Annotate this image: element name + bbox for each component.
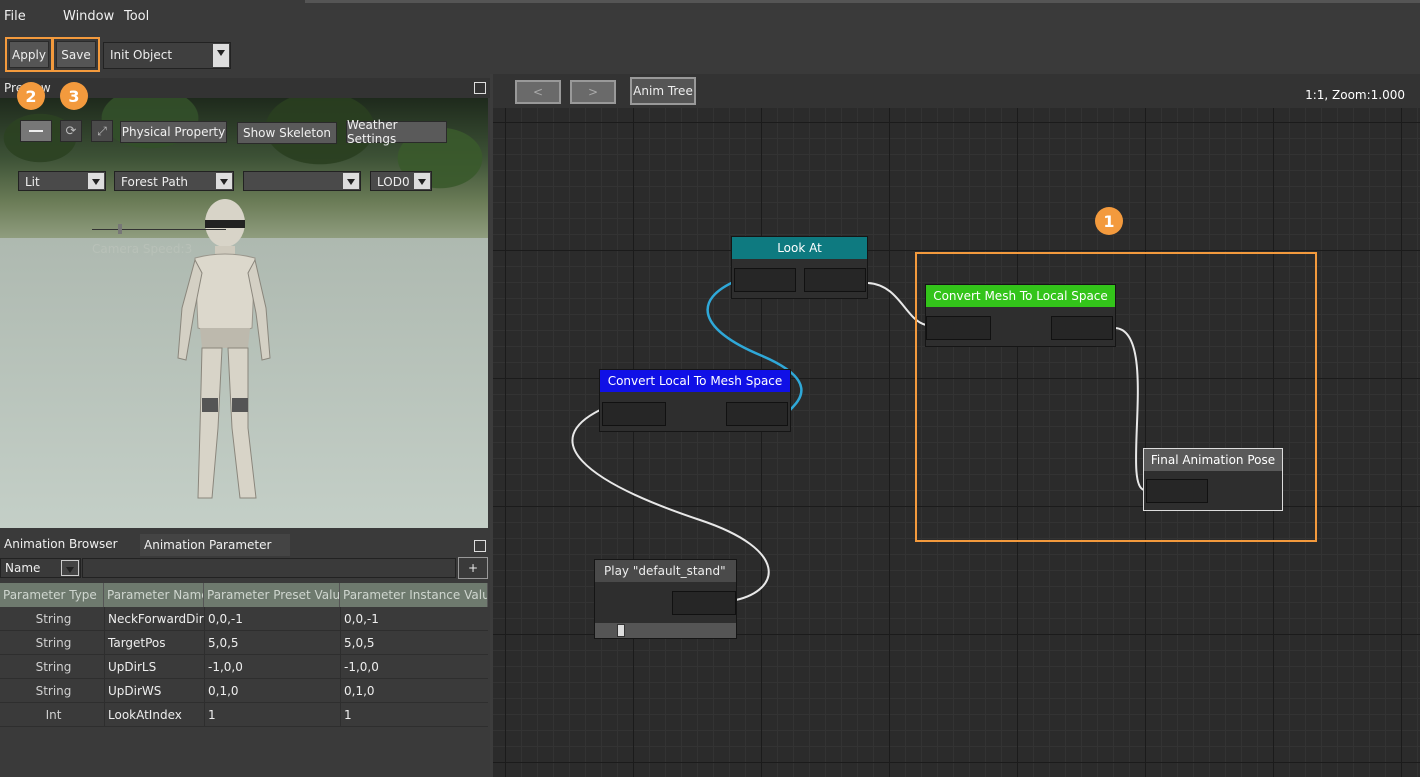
node-title: Look At	[732, 237, 867, 259]
node-title: Play "default_stand"	[595, 560, 736, 582]
node-title: Convert Local To Mesh Space	[600, 370, 790, 392]
playback-timeline[interactable]	[595, 623, 736, 638]
playback-handle[interactable]	[617, 624, 625, 637]
input-pin[interactable]	[602, 402, 666, 426]
node-convert-local-to-mesh[interactable]: Convert Local To Mesh Space	[599, 369, 791, 432]
output-pin[interactable]	[726, 402, 788, 426]
output-pin[interactable]	[804, 268, 866, 292]
input-pin[interactable]	[734, 268, 796, 292]
node-play-default-stand[interactable]: Play "default_stand"	[594, 559, 737, 639]
badge-1: 1	[1095, 207, 1123, 235]
node-group-highlight	[915, 252, 1317, 542]
node-look-at[interactable]: Look At	[731, 236, 868, 299]
output-pin[interactable]	[672, 591, 736, 615]
